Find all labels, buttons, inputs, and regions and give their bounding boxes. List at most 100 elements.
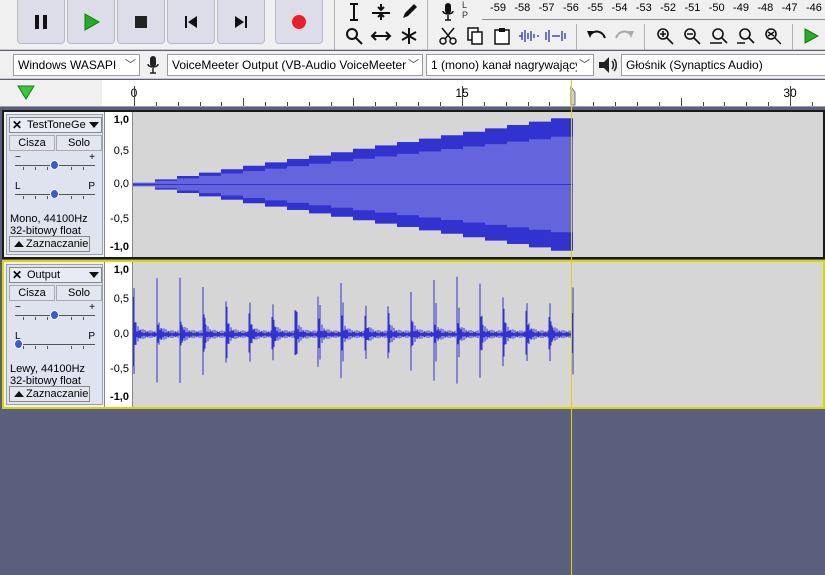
play-green-icon: [804, 28, 819, 44]
waveform-area[interactable]: [133, 262, 823, 407]
ruler-tick: [352, 98, 354, 106]
ruler-tick: [221, 102, 223, 106]
pan-knob[interactable]: [50, 189, 59, 199]
mute-button[interactable]: Cisza: [9, 285, 55, 301]
track-name-menu[interactable]: ✕ TestToneGe: [9, 117, 102, 133]
timeline-options-button[interactable]: [17, 84, 35, 103]
pan-slider[interactable]: L P: [15, 182, 95, 204]
record-meter-button[interactable]: [435, 0, 461, 24]
track-control-panel: ✕ TestToneGe Cisza Solo − + L P Mono, 44…: [6, 114, 103, 255]
meter-tick-label: -53: [635, 2, 652, 14]
time-shift-tool[interactable]: [368, 24, 394, 48]
pause-button[interactable]: [17, 0, 65, 44]
record-button[interactable]: [275, 0, 323, 44]
draw-tool[interactable]: [396, 0, 422, 24]
play-at-speed-button[interactable]: [798, 24, 824, 48]
scale-label: -1,0: [110, 241, 129, 253]
timeline-ruler[interactable]: 0 15 30: [0, 80, 825, 107]
fit-project-button[interactable]: [733, 24, 759, 48]
zoom-in-button[interactable]: [652, 24, 678, 48]
ruler-tick: [702, 102, 704, 106]
track-name: Output: [27, 269, 61, 281]
paste-button[interactable]: [489, 24, 515, 48]
ruler-tick: [636, 102, 638, 106]
select-track-button[interactable]: Zaznaczanie: [9, 236, 90, 252]
skip-to-start-button[interactable]: [167, 0, 215, 44]
scale-label: 0,5: [113, 293, 129, 305]
silence-button[interactable]: [543, 24, 569, 48]
zoom-out-button[interactable]: [679, 24, 705, 48]
audio-host-select[interactable]: Windows WASAPI ﹀: [13, 54, 140, 76]
ruler-tick: [658, 102, 660, 106]
pan-right-label: P: [88, 181, 95, 192]
meter-tick-label: -55: [587, 2, 604, 14]
top-toolbar: LP -59 -58 -57 -56 -55 -54 -53 -52 -51 -50 -49 -48-…: [0, 0, 825, 50]
close-track-icon[interactable]: ✕: [12, 118, 22, 132]
audio-track-output[interactable]: ✕ Output Cisza Solo − + L P Lewy, 44100H…: [2, 260, 825, 409]
select-track-label: Zaznaczanie: [26, 388, 89, 400]
record-icon: [292, 14, 306, 29]
mute-button[interactable]: Cisza: [9, 135, 55, 151]
ruler-tick: [527, 102, 529, 106]
ruler-tick: [746, 102, 748, 106]
recording-channels-select[interactable]: 1 (mono) kanał nagrywający ﹀: [426, 54, 594, 76]
ruler-tick: [374, 102, 376, 106]
vertical-amplitude-ruler[interactable]: 1,0 0,5 0,0 -0,5 -1,0: [104, 262, 133, 407]
pan-knob[interactable]: [14, 339, 23, 349]
trim-button[interactable]: [516, 24, 542, 48]
gain-knob[interactable]: [50, 160, 59, 170]
ibeam-icon: [350, 3, 358, 21]
meter-tick-label: -46: [805, 2, 822, 14]
waveform-output: [133, 276, 574, 384]
selection-tool[interactable]: [341, 0, 367, 24]
ruler-tick: [177, 102, 179, 106]
zoom-fit-icon: [737, 28, 755, 44]
pan-left-label: L: [15, 181, 21, 192]
copy-button[interactable]: [462, 24, 488, 48]
multi-tool[interactable]: [396, 24, 422, 48]
zoom-out-icon: [684, 28, 701, 45]
meter-tick-label: -47: [781, 2, 798, 14]
skip-start-icon: [185, 15, 197, 28]
skip-to-end-button[interactable]: [217, 0, 265, 44]
select-track-button[interactable]: Zaznaczanie: [9, 386, 90, 402]
meter-tick-label: -56: [562, 2, 579, 14]
undo-icon: [587, 30, 606, 39]
vertical-amplitude-ruler[interactable]: 1,0 0,5 0,0 -0,5 -1,0: [104, 112, 133, 257]
close-track-icon[interactable]: ✕: [12, 268, 22, 282]
asterisk-icon: [401, 28, 417, 44]
toolbar-separator: [792, 24, 793, 50]
cut-button[interactable]: [435, 24, 461, 48]
trim-audio-icon: [519, 30, 539, 42]
gain-plus-label: +: [89, 152, 95, 163]
clipboard-icon: [494, 28, 510, 45]
zoom-toggle-button[interactable]: [760, 24, 786, 48]
solo-button[interactable]: Solo: [56, 285, 102, 301]
pan-slider[interactable]: L P: [14, 332, 95, 354]
gain-slider[interactable]: − +: [15, 153, 95, 175]
waveform-tone: [133, 116, 573, 253]
waveform-area[interactable]: [133, 112, 823, 257]
gain-knob[interactable]: [50, 310, 59, 320]
recording-device-select[interactable]: VoiceMeeter Output (VB-Audio VoiceMeeter…: [167, 54, 423, 76]
track-name-menu[interactable]: ✕ Output: [9, 267, 102, 283]
play-button[interactable]: [67, 0, 115, 44]
stop-button[interactable]: [117, 0, 165, 44]
scale-label: 0,0: [113, 178, 129, 190]
zoom-tool[interactable]: [341, 24, 367, 48]
gain-plus-label: +: [89, 302, 95, 313]
recording-meter[interactable]: LP -59 -58 -57 -56 -55 -54 -53 -52 -51 -50 -49 -48-…: [462, 0, 825, 22]
meter-tick-label: -51: [684, 2, 701, 14]
envelope-tool[interactable]: [368, 0, 394, 24]
audio-track-testtone[interactable]: ✕ TestToneGe Cisza Solo − + L P Mono, 44…: [2, 110, 825, 259]
solo-button[interactable]: Solo: [56, 135, 102, 151]
gain-slider[interactable]: − +: [15, 303, 95, 325]
redo-button[interactable]: [611, 24, 637, 48]
toolbar-separator: [644, 24, 645, 50]
track-rate: Mono, 44100Hz: [10, 213, 88, 225]
ruler-tick: [615, 102, 617, 106]
playback-device-select[interactable]: Głośnik (Synaptics Audio): [621, 54, 825, 76]
fit-selection-button[interactable]: [706, 24, 732, 48]
toolbar-separator: [334, 0, 335, 50]
undo-button[interactable]: [584, 24, 610, 48]
